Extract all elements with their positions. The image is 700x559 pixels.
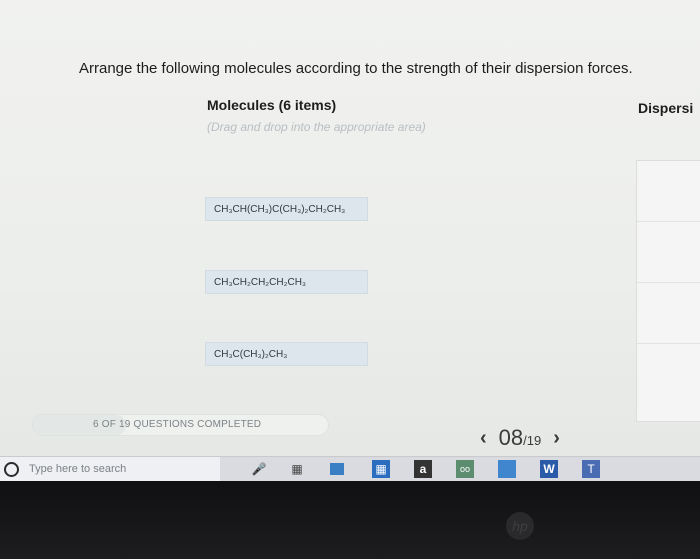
store-icon[interactable]: ▦: [372, 460, 390, 478]
dispersion-panel-title: Dispersi: [638, 100, 694, 116]
drag-drop-hint: (Drag and drop into the appropriate area…: [207, 120, 426, 134]
hp-logo-icon: hp: [506, 512, 534, 540]
drop-slot[interactable]: [637, 283, 700, 344]
edge-icon[interactable]: [498, 460, 516, 478]
teams-icon[interactable]: T: [582, 460, 600, 478]
question-text: Arrange the following molecules accordin…: [79, 60, 633, 77]
windows-taskbar: Type here to search 🎤 ▦ ▦ a oo W T: [0, 456, 700, 481]
molecule-item[interactable]: CH₃CH₂CH₂CH₂CH₃: [205, 270, 368, 294]
molecule-item[interactable]: CH₃C(CH₃)₂CH₃: [205, 342, 368, 366]
question-pager: ‹ 08/19 ›: [480, 424, 560, 452]
amazon-icon[interactable]: a: [414, 460, 432, 478]
molecules-panel-title: Molecules (6 items): [207, 97, 337, 113]
cortana-icon[interactable]: [4, 461, 19, 477]
tripadvisor-icon[interactable]: oo: [456, 460, 474, 478]
drop-slot[interactable]: [637, 161, 700, 222]
word-icon[interactable]: W: [540, 460, 558, 478]
next-question-button[interactable]: ›: [553, 427, 560, 450]
current-question-number: 08: [498, 425, 524, 450]
task-view-icon[interactable]: ▦: [288, 460, 306, 478]
taskbar-search[interactable]: Type here to search: [0, 457, 220, 481]
progress-bar: 6 OF 19 QUESTIONS COMPLETED: [32, 414, 329, 436]
molecule-item[interactable]: CH₃CH(CH₃)C(CH₃)₂CH₂CH₃: [205, 197, 368, 221]
quiz-screen: Arrange the following molecules accordin…: [0, 0, 700, 456]
microphone-icon[interactable]: 🎤: [250, 460, 268, 478]
total-questions: /19: [523, 433, 542, 448]
question-counter: 08/19: [499, 425, 542, 451]
drop-slot[interactable]: [637, 222, 700, 283]
dispersion-drop-zone[interactable]: [636, 160, 700, 422]
file-explorer-icon[interactable]: [330, 463, 344, 475]
prev-question-button[interactable]: ‹: [480, 427, 487, 450]
progress-label: 6 OF 19 QUESTIONS COMPLETED: [93, 419, 262, 430]
laptop-bezel: [0, 481, 700, 559]
search-placeholder: Type here to search: [29, 463, 127, 475]
